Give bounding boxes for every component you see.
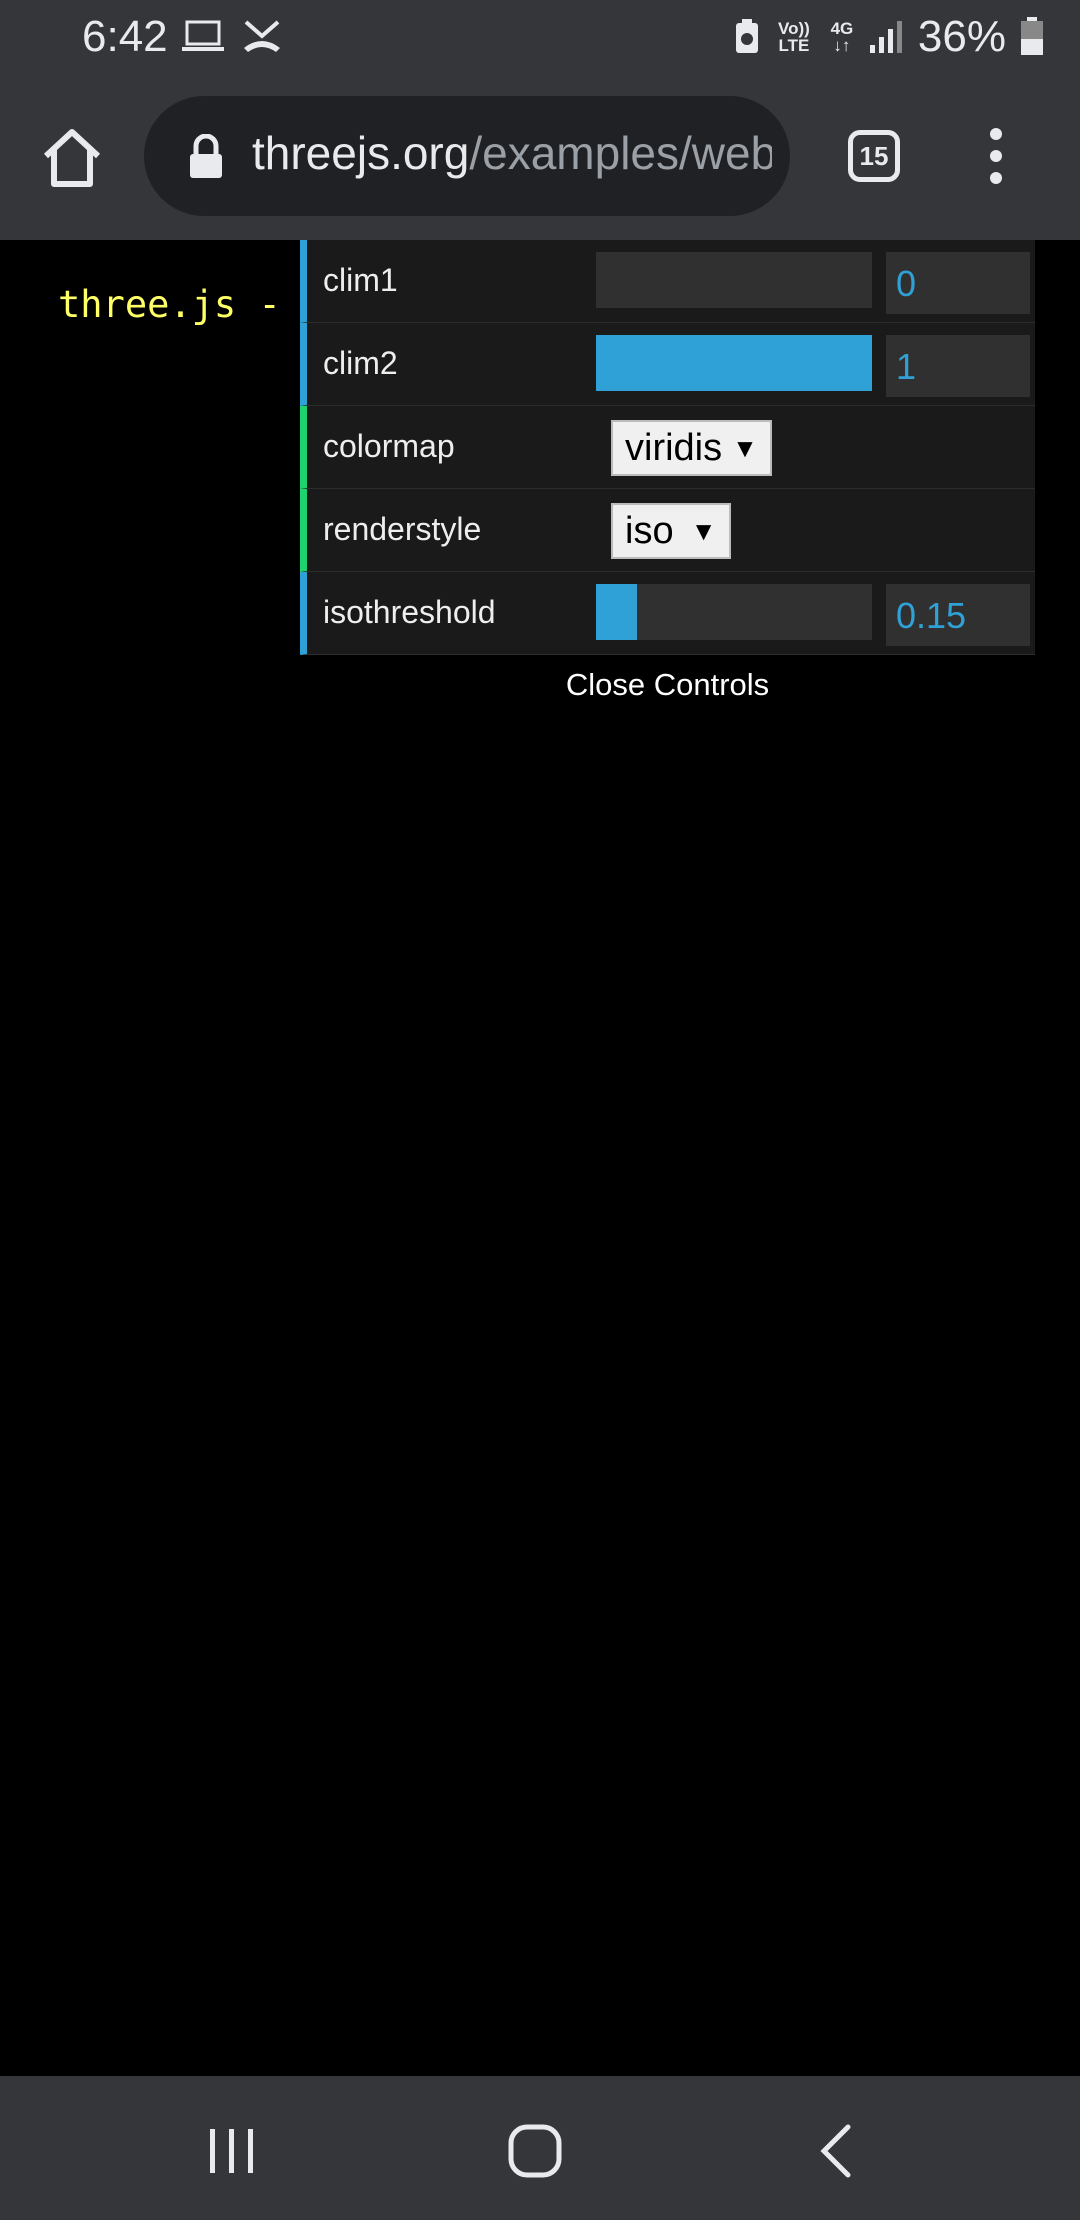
url-path: /examples/webgl2_materials_texture3d — [469, 127, 772, 179]
colormap-select[interactable]: viridis ▼ — [611, 420, 772, 476]
control-isothreshold: isothreshold 0.15 — [300, 572, 1035, 655]
renderstyle-select[interactable]: iso ▼ — [611, 503, 731, 559]
missed-call-icon — [244, 20, 280, 52]
overflow-menu-icon[interactable] — [984, 128, 1008, 186]
control-renderstyle: renderstyle iso ▼ — [300, 489, 1035, 572]
recent-apps-icon[interactable] — [202, 2121, 262, 2181]
control-colormap: colormap viridis ▼ — [300, 406, 1035, 489]
isothreshold-slider[interactable] — [596, 584, 872, 640]
control-label: renderstyle — [323, 511, 482, 547]
laptop-icon — [182, 20, 224, 51]
control-label: clim2 — [323, 345, 398, 381]
clim1-slider[interactable] — [596, 252, 872, 308]
url-host: threejs.org — [252, 127, 470, 179]
system-nav-bar — [0, 2076, 1080, 2220]
network-type-indicator: 4G ↓↑ — [830, 19, 854, 55]
home-icon[interactable] — [505, 2121, 565, 2181]
battery-saver-icon — [735, 19, 758, 53]
clim2-slider[interactable] — [596, 335, 872, 391]
control-label: isothreshold — [323, 594, 496, 630]
status-time: 6:42 — [82, 12, 168, 61]
back-icon[interactable] — [808, 2121, 868, 2181]
close-controls-button[interactable]: Close Controls — [300, 655, 1035, 715]
control-label: colormap — [323, 428, 455, 464]
volte-indicator: Vo)) LTE — [778, 19, 810, 55]
dropdown-arrow-icon: ▼ — [732, 433, 758, 463]
slider-fill — [596, 584, 638, 640]
battery-icon — [1021, 17, 1043, 55]
info-text: three.js - — [58, 283, 281, 326]
tab-switcher-button[interactable]: 15 — [848, 130, 900, 182]
isothreshold-input[interactable]: 0.15 — [886, 584, 1030, 646]
control-clim2: clim2 1 — [300, 323, 1035, 406]
control-clim1: clim1 0 — [300, 240, 1035, 323]
dat-gui-panel: clim1 0 clim2 1 colormap viridis ▼ rende… — [300, 240, 1035, 715]
select-value: viridis — [625, 427, 723, 469]
browser-toolbar: threejs.org/examples/webgl2_materials_te… — [0, 74, 1080, 240]
address-bar[interactable]: threejs.org/examples/webgl2_materials_te… — [144, 96, 790, 216]
dropdown-arrow-icon: ▼ — [683, 516, 717, 546]
home-button[interactable] — [40, 126, 104, 190]
url-text: threejs.org/examples/webgl2_materials_te… — [252, 126, 772, 180]
clim1-input[interactable]: 0 — [886, 252, 1030, 314]
control-label: clim1 — [323, 262, 398, 298]
slider-fill — [596, 335, 872, 391]
status-bar: 6:42 Vo)) LTE 4G ↓↑ 36% — [0, 0, 1080, 74]
clim2-input[interactable]: 1 — [886, 335, 1030, 397]
battery-percent: 36% — [917, 12, 1006, 61]
lock-icon — [190, 134, 222, 178]
select-value: iso — [625, 510, 674, 552]
signal-icon — [869, 21, 902, 53]
